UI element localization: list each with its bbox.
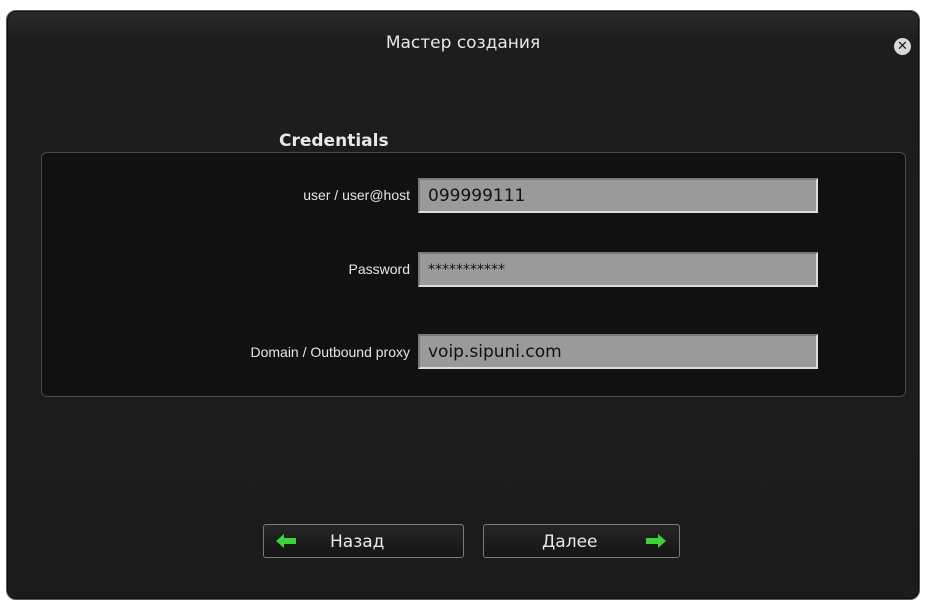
close-icon[interactable]: ✕ xyxy=(894,38,911,55)
credentials-panel: user / user@host Password Domain / Outbo… xyxy=(41,152,906,397)
arrow-left-icon xyxy=(276,534,296,548)
next-button[interactable]: Далее xyxy=(483,524,680,558)
next-label: Далее xyxy=(542,532,598,552)
user-input[interactable] xyxy=(418,178,818,213)
section-title: Credentials xyxy=(279,131,389,151)
window-title: Мастер создания xyxy=(385,33,541,53)
arrow-right-icon xyxy=(646,534,666,548)
password-label: Password xyxy=(348,261,410,277)
wizard-window: Мастер создания ✕ Credentials user / use… xyxy=(6,10,920,600)
back-label: Назад xyxy=(330,532,385,552)
domain-label: Domain / Outbound proxy xyxy=(250,344,410,360)
back-button[interactable]: Назад xyxy=(263,524,464,558)
user-label: user / user@host xyxy=(303,187,410,203)
domain-input[interactable] xyxy=(418,334,818,369)
password-input[interactable] xyxy=(418,252,818,287)
